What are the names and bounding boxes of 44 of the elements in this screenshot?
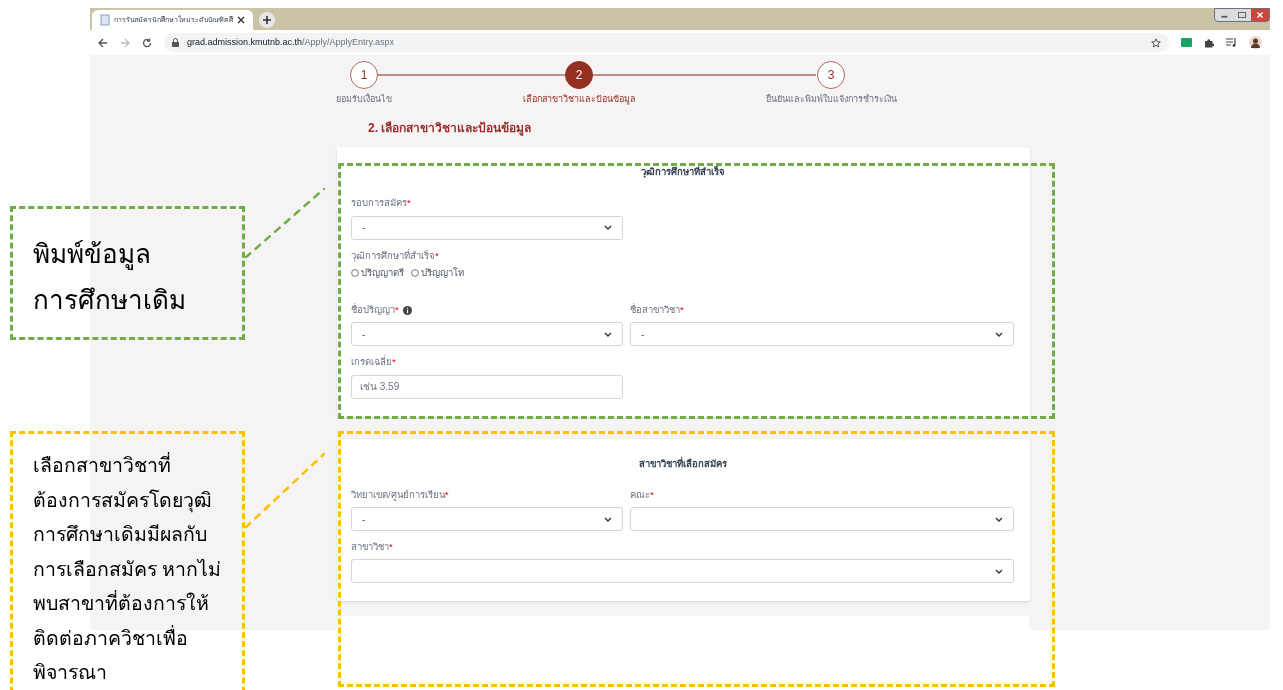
field-label: สาขาวิชา* xyxy=(351,540,393,554)
chevron-icon xyxy=(604,331,612,337)
back-icon[interactable] xyxy=(98,37,108,48)
close-icon[interactable] xyxy=(237,16,245,24)
chevron-icon xyxy=(995,516,1003,522)
url-text: grad.admission.kmutnb.ac.th/Apply/ApplyEntry.aspx xyxy=(187,35,395,49)
chevron-icon xyxy=(604,225,612,230)
field-label: วุฒิการศึกษาที่สำเร็จ* xyxy=(351,248,439,263)
avatar-icon[interactable] xyxy=(1249,36,1262,49)
chevron-icon xyxy=(995,331,1003,337)
page-icon xyxy=(100,14,110,26)
field-label: รอบการสมัคร* xyxy=(351,196,411,211)
radio-icon[interactable] xyxy=(411,268,419,277)
chevron-icon xyxy=(995,568,1003,574)
radio-option[interactable]: ปริญญาตรี xyxy=(351,265,404,280)
playlist-icon[interactable] xyxy=(1226,38,1237,47)
input-field[interactable]: เช่น 3.59 xyxy=(351,374,623,399)
chevron-icon xyxy=(604,516,612,522)
card-title: วุฒิการศึกษาที่สำเร็จ xyxy=(639,165,726,180)
dropdown[interactable]: - xyxy=(351,322,623,347)
info-icon[interactable] xyxy=(402,305,412,315)
field-label: ชื่อสาขาวิชา* xyxy=(630,303,684,317)
radio-icon[interactable] xyxy=(351,268,359,277)
radio-option[interactable]: ปริญญาโท xyxy=(411,265,464,280)
star-icon[interactable] xyxy=(1151,37,1161,48)
reload-icon[interactable] xyxy=(142,37,152,48)
callout-text: พิมพ์ข้อมูล การศึกษาเดิม xyxy=(33,238,187,317)
dropdown[interactable]: - xyxy=(351,215,623,240)
puzzle-icon[interactable] xyxy=(1204,37,1214,48)
section-heading: 2. เลือกสาขาวิชาและป้อนข้อมูล xyxy=(368,120,533,137)
field-label: เกรดเฉลี่ย* xyxy=(351,355,396,370)
new-tab-icon[interactable] xyxy=(259,12,275,28)
field-label: วิทยาเขต/ศูนย์การเรียน* xyxy=(351,487,449,502)
step-label: ยืนยันและพิมพ์ใบแจ้งการชำระเงิน xyxy=(765,93,897,106)
dropdown[interactable]: - xyxy=(630,322,1014,347)
dropdown[interactable]: - xyxy=(351,507,623,531)
callout-text: เลือกสาขาวิชาที่ ต้องการสมัครโดยวุฒิ การศึกษาเดิมมีผลกับ การเลือกสมัคร หากไม่ พบสาขาที่ต้องการให้ ติดต่อภาควิชาเพื่อ พิจารณา xyxy=(33,451,223,685)
field-label: คณะ* xyxy=(630,487,654,502)
step-label: ยอมรับเงื่อนไข xyxy=(336,93,392,106)
address-bar[interactable]: grad.admission.kmutnb.ac.th/Apply/ApplyEntry.aspx xyxy=(164,33,1169,52)
step-label: เลือกสาขาวิชาและป้อนข้อมูล xyxy=(522,93,636,107)
card-title: สาขาวิชาที่เลือกสมัคร xyxy=(637,456,728,471)
lock-icon xyxy=(172,38,179,47)
field-label: ชื่อปริญญา* xyxy=(351,303,399,317)
